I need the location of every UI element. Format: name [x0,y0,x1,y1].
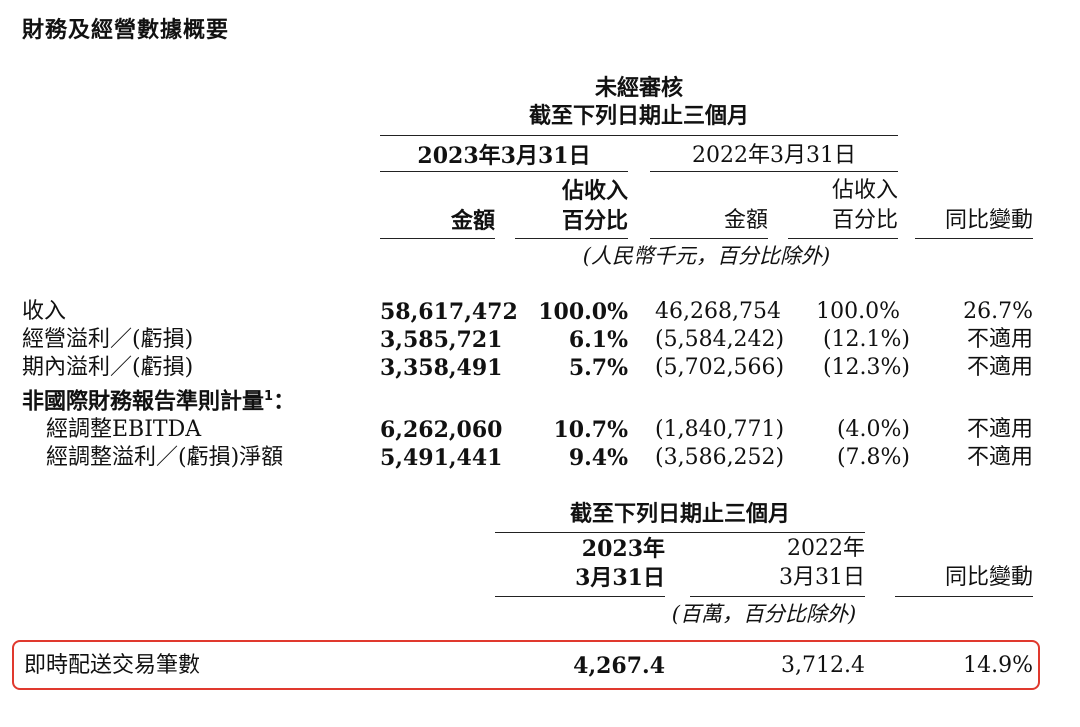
row-label-adj-net: 經調整溢利／(虧損)淨額 [46,445,284,470]
rule-t2-1 [495,596,665,597]
rule-2022 [650,171,898,172]
cell: 6,262,060 [380,417,503,443]
unit-note-1: (人民幣千元，百分比除外) [582,244,831,268]
cell: 26.7% [963,299,1033,324]
rule-period [380,135,898,136]
row-label-adj-ebitda: 經調整EBITDA [46,417,202,442]
cell: (3,586,252) [655,445,785,470]
cell: 不適用 [966,355,1033,380]
row-label-deliveries: 即時配送交易筆數 [24,653,201,678]
cell: 58,617,472 [380,299,518,325]
cell: 3,712.4 [781,653,865,678]
row-label-operating: 經營溢利／(虧損) [22,327,194,352]
rule-sub-3 [650,238,768,239]
rule-sub-4 [788,238,898,239]
sub-pct-2022-line2: 百分比 [831,208,898,233]
cell: 10.7% [553,417,629,443]
table2-col-2022-line1: 2022年 [787,536,865,561]
cell: 不適用 [966,417,1033,442]
cell: 100.0% [538,299,628,325]
cell: 不適用 [966,445,1033,470]
header-unaudited: 未經審核 [594,75,683,101]
row-label-period-profit: 期內溢利／(虧損) [22,355,194,380]
sub-pct-2023-line2: 百分比 [561,208,628,234]
cell: (1,840,771) [655,417,785,442]
cell: 14.9% [963,653,1033,678]
cell: 46,268,754 [655,299,781,324]
nongaap-colon: ： [273,389,296,415]
cell: (4.0%) [836,417,910,442]
cell: 不適用 [966,327,1033,352]
cell: 9.4% [568,445,628,471]
cell: (12.3%) [822,355,910,380]
nongaap-heading-text: 非國際財務報告準則計量 [22,389,265,415]
rule-table2-period [495,532,865,533]
sub-yoy: 同比變動 [944,208,1033,233]
sub-amount-2023: 金額 [450,208,495,234]
rule-sub-5 [915,238,1033,239]
table2-header-period: 截至下列日期止三個月 [569,501,790,527]
table2-col-2023-line2: 3月31日 [575,565,665,591]
cell: (5,702,566) [655,355,785,380]
cell: 3,358,491 [380,355,503,381]
rule-2023 [380,171,628,172]
sub-amount-2022: 金額 [723,208,768,233]
table2-col-2022-line2: 3月31日 [779,565,865,590]
cell: (12.1%) [822,327,910,352]
cell: 5.7% [568,355,628,381]
cell: 5,491,441 [380,445,503,471]
cell: 4,267.4 [573,653,665,679]
rule-sub-2 [515,238,628,239]
footnote-marker: 1 [264,389,274,404]
rule-t2-2 [690,596,865,597]
table2-col-yoy: 同比變動 [944,565,1033,590]
cell: (5,584,242) [655,327,785,352]
cell: (7.8%) [836,445,910,470]
table2-col-2023-line1: 2023年 [581,536,665,562]
header-period: 截至下列日期止三個月 [528,103,749,129]
cell: 6.1% [568,327,628,353]
rule-t2-3 [895,596,1033,597]
col-header-2023: 2023年3月31日 [417,143,591,169]
rule-sub-1 [380,238,495,239]
page-title: 財務及經營數據概要 [22,18,230,43]
row-label-revenue: 收入 [22,299,67,324]
cell: 100.0% [816,299,900,324]
cell: 3,585,721 [380,327,503,353]
unit-note-2: (百萬，百分比除外) [671,602,857,626]
nongaap-heading: 非國際財務報告準則計量1： [22,383,295,416]
col-header-2022: 2022年3月31日 [692,143,856,168]
sub-pct-2022-line1: 佔收入 [831,178,898,203]
sub-pct-2023-line1: 佔收入 [561,178,628,204]
